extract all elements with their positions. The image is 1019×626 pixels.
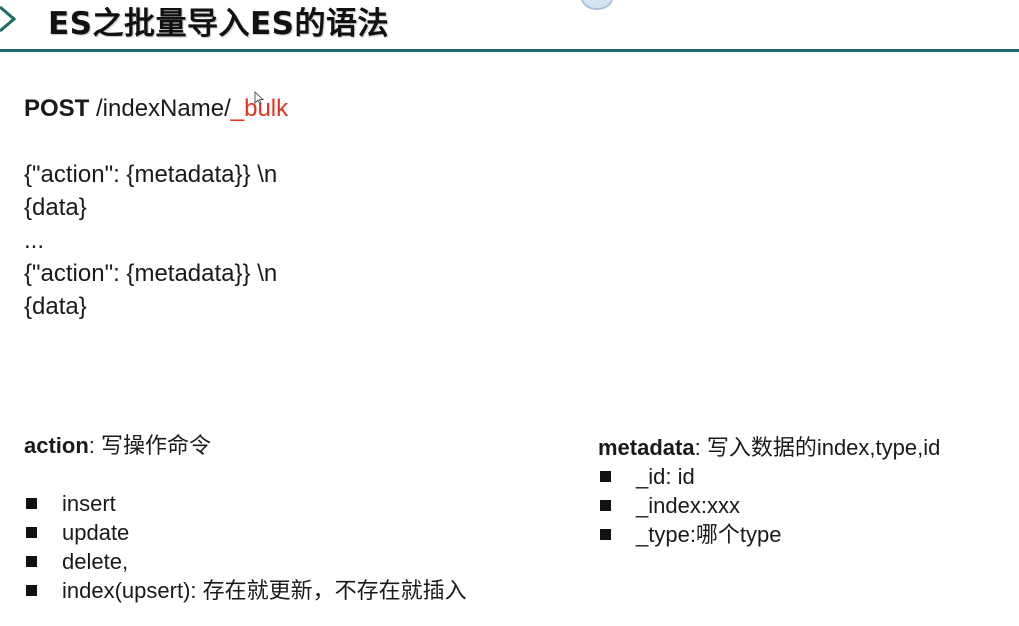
action-list: insert update delete, index(upsert): 存在就…: [24, 489, 467, 605]
list-item: _type:哪个type: [598, 520, 782, 549]
action-label: action: [24, 433, 89, 458]
list-item: update: [24, 518, 467, 547]
square-bullet-icon: [600, 500, 611, 511]
action-item-label: insert: [62, 491, 116, 516]
chevron-right-icon: [0, 5, 17, 33]
metadata-description: : 写入数据的index,type,id: [694, 435, 941, 460]
circle-decoration: [581, 0, 613, 10]
body-line: ...: [24, 227, 45, 254]
mouse-pointer-icon: [254, 91, 264, 105]
action-item-label: delete,: [62, 549, 129, 574]
square-bullet-icon: [26, 556, 37, 567]
list-item: delete,: [24, 547, 467, 576]
body-line: {"action": {metadata}} \n: [24, 260, 278, 287]
list-item: _index:xxx: [598, 491, 782, 520]
square-bullet-icon: [26, 527, 37, 538]
request-path: /indexName/: [96, 95, 231, 122]
slide: ES之批量导入ES的语法 POST /indexName/_bulk {"act…: [0, 0, 1019, 626]
square-bullet-icon: [26, 498, 37, 509]
metadata-item-label: _index:xxx: [636, 493, 740, 518]
action-description: : 写操作命令: [88, 433, 212, 458]
action-item-label: index(upsert): 存在就更新，不存在就插入: [62, 578, 467, 603]
request-body: {"action": {metadata}} \n {data} ... {"a…: [24, 158, 277, 323]
request-line: POST /indexName/_bulk: [24, 94, 288, 124]
metadata-list: _id: id _index:xxx _type:哪个type: [598, 462, 782, 549]
slide-title: ES之批量导入ES的语法: [48, 6, 390, 42]
list-item: insert: [24, 489, 467, 518]
action-heading: action: 写操作命令: [24, 432, 211, 460]
body-line: {"action": {metadata}} \n: [24, 161, 278, 188]
metadata-item-label: _id: id: [636, 464, 695, 489]
body-line: {data}: [24, 194, 87, 221]
list-item: index(upsert): 存在就更新，不存在就插入: [24, 576, 467, 605]
body-line: {data}: [24, 293, 87, 320]
action-item-label: update: [62, 520, 130, 545]
list-item: _id: id: [598, 462, 782, 491]
square-bullet-icon: [600, 471, 611, 482]
metadata-item-label: _type:哪个type: [636, 522, 782, 547]
square-bullet-icon: [26, 585, 37, 596]
title-divider: [0, 49, 1019, 52]
square-bullet-icon: [600, 529, 611, 540]
metadata-heading: metadata: 写入数据的index,type,id: [598, 434, 940, 462]
http-method: POST: [24, 95, 90, 122]
metadata-label: metadata: [598, 435, 695, 460]
